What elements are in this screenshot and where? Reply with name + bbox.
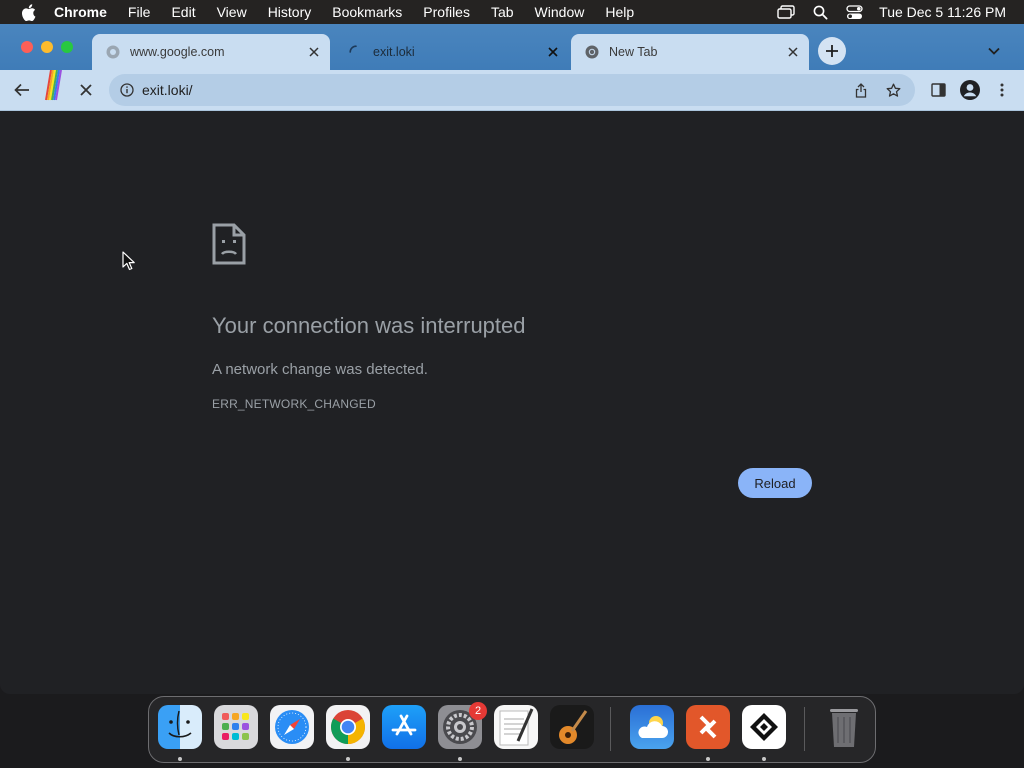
dock-finder-icon[interactable]	[158, 705, 202, 749]
dock-textedit-icon[interactable]	[494, 705, 538, 749]
menu-tab[interactable]: Tab	[491, 4, 514, 20]
running-indicator	[762, 757, 766, 761]
dock-launchpad-icon[interactable]	[214, 705, 258, 749]
tab-new-tab[interactable]: New Tab	[571, 34, 809, 70]
window-zoom-button[interactable]	[61, 41, 73, 53]
menu-help[interactable]: Help	[605, 4, 634, 20]
menu-profiles[interactable]: Profiles	[423, 4, 470, 20]
browser-window: www.google.com exit.loki New Tab exit.lo…	[0, 24, 1024, 694]
menu-bookmarks[interactable]: Bookmarks	[332, 4, 402, 20]
running-indicator	[458, 757, 462, 761]
apple-menu-icon[interactable]	[18, 2, 38, 22]
tab-title: www.google.com	[130, 45, 225, 59]
running-indicator	[178, 757, 182, 761]
dock-safari-icon[interactable]	[270, 705, 314, 749]
tab-exit-loki[interactable]: exit.loki	[335, 34, 569, 70]
menu-edit[interactable]: Edit	[171, 4, 195, 20]
menu-view[interactable]: View	[217, 4, 247, 20]
loading-spinner-icon	[348, 44, 364, 60]
menu-file[interactable]: File	[128, 4, 151, 20]
running-indicator	[706, 757, 710, 761]
menu-history[interactable]: History	[268, 4, 312, 20]
error-description: A network change was detected.	[212, 361, 428, 378]
bookmark-star-icon[interactable]	[883, 80, 903, 100]
menu-window[interactable]: Window	[535, 4, 585, 20]
dock-network-app-icon[interactable]	[742, 705, 786, 749]
back-arrow-icon[interactable]	[10, 78, 34, 102]
tab-search-chevron-icon[interactable]	[984, 41, 1004, 61]
tab-title: exit.loki	[373, 45, 415, 59]
dock-trash-icon[interactable]	[822, 705, 866, 749]
address-bar[interactable]: exit.loki/	[109, 74, 915, 106]
menu-bar-clock[interactable]: Tue Dec 5 11:26 PM	[879, 4, 1006, 20]
dock-separator	[610, 707, 611, 751]
running-indicator	[346, 757, 350, 761]
spotlight-search-icon[interactable]	[811, 4, 829, 20]
close-tab-icon[interactable]	[545, 44, 561, 60]
dock-garageband-icon[interactable]	[550, 705, 594, 749]
window-close-button[interactable]	[21, 41, 33, 53]
url-text[interactable]: exit.loki/	[142, 82, 851, 98]
notification-badge: 2	[469, 702, 487, 720]
control-center-icon[interactable]	[845, 4, 863, 20]
share-icon[interactable]	[851, 80, 871, 100]
sad-page-icon	[212, 223, 246, 265]
dock-separator	[804, 707, 805, 751]
window-minimize-button[interactable]	[41, 41, 53, 53]
close-tab-icon[interactable]	[785, 44, 801, 60]
error-title: Your connection was interrupted	[212, 313, 526, 338]
tab-title: New Tab	[609, 45, 658, 59]
error-page: Your connection was interrupted A networ…	[0, 111, 1024, 694]
dock-weather-icon[interactable]	[630, 705, 674, 749]
browser-toolbar: exit.loki/	[0, 69, 1024, 111]
dock: 2	[148, 696, 876, 763]
screen-mirroring-icon[interactable]	[777, 4, 795, 20]
error-code: ERR_NETWORK_CHANGED	[212, 397, 376, 411]
dock-remote-desktop-icon[interactable]	[686, 705, 730, 749]
dock-chrome-icon[interactable]	[326, 705, 370, 749]
tab-google[interactable]: www.google.com	[92, 34, 330, 70]
profile-avatar-icon[interactable]	[958, 78, 982, 102]
menu-app-name[interactable]: Chrome	[54, 4, 107, 20]
rainbow-pencil-decoration	[38, 69, 64, 104]
new-tab-button[interactable]	[818, 37, 846, 65]
dock-app-store-icon[interactable]	[382, 705, 426, 749]
site-info-icon[interactable]	[119, 82, 135, 98]
menu-bar: Chrome File Edit View History Bookmarks …	[0, 0, 1024, 24]
mouse-cursor-icon	[122, 251, 136, 271]
tab-strip: www.google.com exit.loki New Tab	[0, 24, 1024, 70]
stop-loading-icon[interactable]	[74, 78, 98, 102]
more-menu-icon[interactable]	[990, 78, 1014, 102]
chrome-icon	[584, 44, 600, 60]
globe-icon	[105, 44, 121, 60]
side-panel-icon[interactable]	[926, 78, 950, 102]
reload-button[interactable]: Reload	[738, 468, 812, 498]
close-tab-icon[interactable]	[306, 44, 322, 60]
